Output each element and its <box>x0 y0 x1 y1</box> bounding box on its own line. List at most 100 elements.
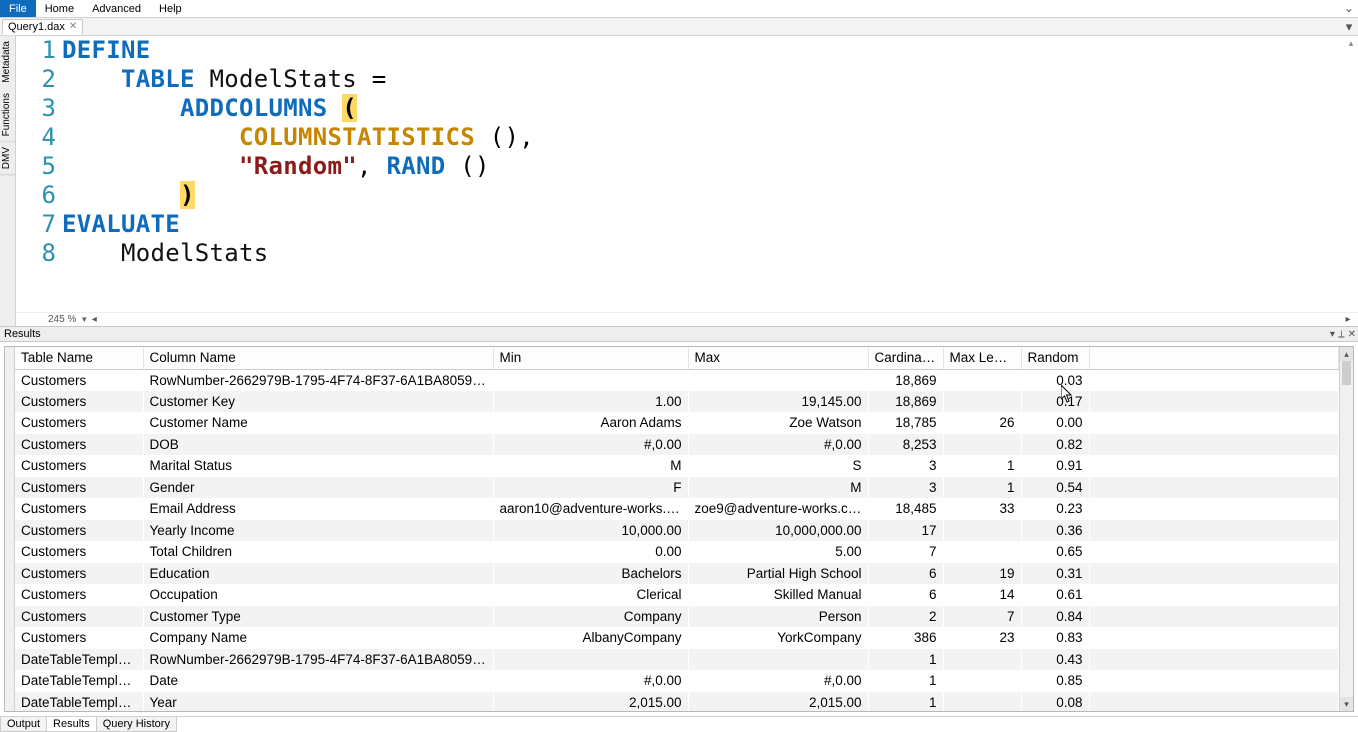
table-row[interactable]: CustomersYearly Income10,000.0010,000,00… <box>15 520 1339 542</box>
table-row[interactable]: CustomersMarital StatusMS310.91 <box>15 455 1339 477</box>
cell-table: Customers <box>15 434 143 456</box>
table-row[interactable]: CustomersGenderFM310.54 <box>15 477 1339 499</box>
zoom-level[interactable]: 245 % <box>48 314 76 325</box>
cell-cardinality: 6 <box>868 563 943 585</box>
scroll-up-icon[interactable]: ▴ <box>1340 347 1353 361</box>
table-row[interactable]: CustomersTotal Children0.005.0070.65 <box>15 541 1339 563</box>
cell-column: Year <box>143 692 493 712</box>
scroll-down-icon[interactable]: ▾ <box>1340 697 1353 711</box>
pin-icon[interactable]: ⟂ <box>1338 329 1345 340</box>
cell-max: #,0.00 <box>688 670 868 692</box>
cell-table: Customers <box>15 627 143 649</box>
col-table-name[interactable]: Table Name <box>15 347 143 369</box>
col-cardinality[interactable]: Cardinality <box>868 347 943 369</box>
table-row[interactable]: CustomersEmail Addressaaron10@adventure-… <box>15 498 1339 520</box>
table-row[interactable]: DateTableTemplat...Date#,0.00#,0.0010.85 <box>15 670 1339 692</box>
menu-help[interactable]: Help <box>150 0 191 17</box>
cell-max <box>688 369 868 391</box>
cell-maxlen: 7 <box>943 606 1021 628</box>
zoom-dropdown-icon[interactable]: ▼ <box>80 315 88 324</box>
table-row[interactable]: DateTableTemplat...Year2,015.002,015.001… <box>15 692 1339 712</box>
cell-min: M <box>493 455 688 477</box>
sidetab-dmv[interactable]: DMV <box>0 142 15 175</box>
cell-maxlen: 26 <box>943 412 1021 434</box>
cell-max: S <box>688 455 868 477</box>
table-row[interactable]: CustomersDOB#,0.00#,0.008,2530.82 <box>15 434 1339 456</box>
close-panel-icon[interactable]: ✕ <box>1348 329 1356 340</box>
close-icon[interactable]: ✕ <box>69 22 77 32</box>
cell-table: Customers <box>15 498 143 520</box>
window-position-icon[interactable]: ▾ <box>1330 329 1335 340</box>
cell-maxlen <box>943 369 1021 391</box>
cell-cardinality: 17 <box>868 520 943 542</box>
scroll-thumb[interactable] <box>1342 361 1351 385</box>
sidetab-metadata[interactable]: Metadata <box>0 36 15 88</box>
table-row[interactable]: CustomersCustomer TypeCompanyPerson270.8… <box>15 606 1339 628</box>
cell-cardinality: 2 <box>868 606 943 628</box>
table-row[interactable]: CustomersCompany NameAlbanyCompanyYorkCo… <box>15 627 1339 649</box>
cell-max: Person <box>688 606 868 628</box>
cell-max: zoe9@adventure-works.com <box>688 498 868 520</box>
cell-maxlen <box>943 670 1021 692</box>
menu-advanced[interactable]: Advanced <box>83 0 150 17</box>
cell-column: Education <box>143 563 493 585</box>
cell-column: DOB <box>143 434 493 456</box>
table-row[interactable]: CustomersOccupationClericalSkilled Manua… <box>15 584 1339 606</box>
table-row[interactable]: CustomersEducationBachelorsPartial High … <box>15 563 1339 585</box>
cell-min <box>493 649 688 671</box>
cell-cardinality: 18,869 <box>868 369 943 391</box>
row-selector-gutter[interactable] <box>5 347 15 711</box>
tab-query-history[interactable]: Query History <box>96 717 177 732</box>
hscroll-left-icon[interactable]: ◂ <box>88 314 100 325</box>
document-tab-label: Query1.dax <box>8 21 65 33</box>
cell-table: Customers <box>15 391 143 413</box>
cell-maxlen <box>943 391 1021 413</box>
cell-min: Bachelors <box>493 563 688 585</box>
cell-min: Aaron Adams <box>493 412 688 434</box>
col-max-length[interactable]: Max Length <box>943 347 1021 369</box>
cell-table: DateTableTemplat... <box>15 649 143 671</box>
table-row[interactable]: DateTableTemplat...RowNumber-2662979B-17… <box>15 649 1339 671</box>
col-min[interactable]: Min <box>493 347 688 369</box>
grid-scrollbar[interactable]: ▴ ▾ <box>1339 347 1353 711</box>
cell-table: DateTableTemplat... <box>15 670 143 692</box>
table-row[interactable]: CustomersRowNumber-2662979B-1795-4F74-8F… <box>15 369 1339 391</box>
line-number: 4 <box>16 123 62 152</box>
ribbon-expand-icon[interactable]: ⌄ <box>1340 0 1358 17</box>
cell-max: Partial High School <box>688 563 868 585</box>
cell-min: aaron10@adventure-works.com <box>493 498 688 520</box>
header-row: Table Name Column Name Min Max Cardinali… <box>15 347 1339 369</box>
sidetab-functions[interactable]: Functions <box>0 88 15 142</box>
tab-results[interactable]: Results <box>46 717 97 732</box>
menu-home[interactable]: Home <box>36 0 83 17</box>
cell-maxlen <box>943 692 1021 712</box>
line-number: 6 <box>16 181 62 210</box>
cell-maxlen <box>943 541 1021 563</box>
cell-min <box>493 369 688 391</box>
col-max[interactable]: Max <box>688 347 868 369</box>
cell-table: DateTableTemplat... <box>15 692 143 712</box>
cell-maxlen: 1 <box>943 455 1021 477</box>
cell-maxlen: 23 <box>943 627 1021 649</box>
editor-scrollbar[interactable]: ▴ <box>1344 36 1358 312</box>
col-random[interactable]: Random <box>1021 347 1089 369</box>
document-tab[interactable]: Query1.dax ✕ <box>2 19 83 35</box>
cell-cardinality: 18,869 <box>868 391 943 413</box>
cell-random: 0.91 <box>1021 455 1089 477</box>
menu-file[interactable]: File <box>0 0 36 17</box>
hscroll-right-icon[interactable]: ▸ <box>1342 314 1354 325</box>
line-number: 5 <box>16 152 62 181</box>
tab-output[interactable]: Output <box>0 717 47 732</box>
cell-column: Date <box>143 670 493 692</box>
cell-random: 0.03 <box>1021 369 1089 391</box>
cell-random: 0.08 <box>1021 692 1089 712</box>
table-row[interactable]: CustomersCustomer Key1.0019,145.0018,869… <box>15 391 1339 413</box>
table-row[interactable]: CustomersCustomer NameAaron AdamsZoe Wat… <box>15 412 1339 434</box>
code-editor[interactable]: 1DEFINE 2 TABLE ModelStats = 3 ADDCOLUMN… <box>16 36 1358 312</box>
cell-cardinality: 1 <box>868 649 943 671</box>
col-column-name[interactable]: Column Name <box>143 347 493 369</box>
string-literal: "Random" <box>239 152 357 180</box>
cell-column: Total Children <box>143 541 493 563</box>
cell-column: RowNumber-2662979B-1795-4F74-8F37-6A1BA8… <box>143 649 493 671</box>
tab-overflow-icon[interactable]: ▾ <box>1340 19 1358 35</box>
